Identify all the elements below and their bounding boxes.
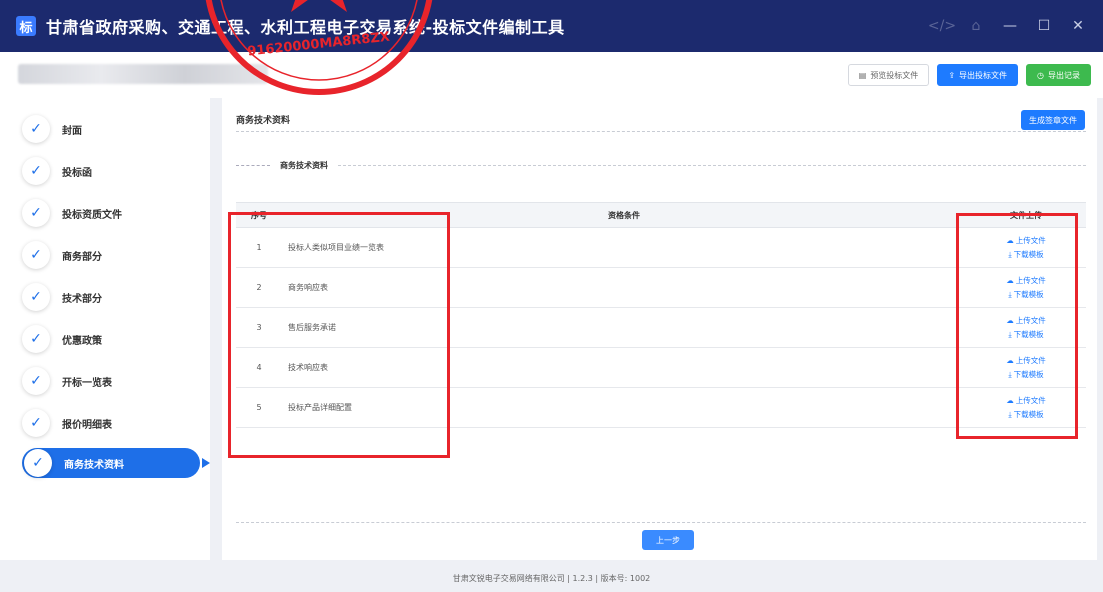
home-icon[interactable]: ⌂: [961, 11, 991, 41]
export-icon: ⇪: [948, 70, 956, 80]
sidebar: ✓ 封面 ✓ 投标函 ✓ 投标资质文件 ✓ 商务部分 ✓ 技术部分 ✓ 优惠政策…: [0, 98, 210, 560]
divider: [236, 131, 1086, 132]
sidebar-item-qualification[interactable]: ✓ 投标资质文件: [22, 198, 122, 228]
sidebar-item-preferential[interactable]: ✓ 优惠政策: [22, 324, 102, 354]
sidebar-item-label: 商务技术资料: [64, 459, 124, 471]
sidebar-item-label: 封面: [62, 125, 82, 137]
window-title: 甘肃省政府采购、交通工程、水利工程电子交易系统-投标文件编制工具: [46, 18, 565, 37]
check-icon: ✓: [22, 409, 50, 437]
sidebar-item-cover[interactable]: ✓ 封面: [22, 114, 82, 144]
check-icon: ✓: [22, 199, 50, 227]
highlight-box-actions: [956, 213, 1078, 439]
preview-bid-label: 预览投标文件: [870, 70, 919, 80]
footer: 甘肃文锐电子交易网络有限公司 | 1.2.3 | 版本号: 1002: [452, 573, 651, 583]
section-title: 商务技术资料: [236, 116, 291, 126]
code-icon[interactable]: </>: [927, 11, 957, 41]
sidebar-item-label: 优惠政策: [62, 335, 102, 347]
active-arrow-icon: [202, 458, 210, 468]
preview-bid-button[interactable]: ▤ 预览投标文件: [847, 64, 930, 86]
top-actions: ▤ 预览投标文件 ⇪ 导出投标文件 ◷ 导出记录: [847, 64, 1091, 86]
previous-step-button[interactable]: 上一步: [642, 530, 694, 550]
check-icon: ✓: [22, 241, 50, 269]
check-icon: ✓: [22, 367, 50, 395]
window-controls: </> ⌂ — ☐ ✕: [927, 0, 1093, 52]
record-icon: ◷: [1037, 70, 1044, 80]
highlight-box-names: [228, 212, 450, 458]
document-icon: ▤: [858, 70, 867, 80]
sidebar-item-price-detail[interactable]: ✓ 报价明细表: [22, 408, 112, 438]
check-icon: ✓: [22, 157, 50, 185]
sidebar-item-business-tech[interactable]: ✓ 商务技术资料: [22, 448, 210, 478]
check-icon: ✓: [22, 325, 50, 353]
sidebar-item-technical[interactable]: ✓ 技术部分: [22, 282, 102, 312]
check-icon: ✓: [22, 115, 50, 143]
sub-heading: 商务技术资料: [236, 160, 1086, 171]
divider: [236, 165, 270, 166]
export-record-label: 导出记录: [1048, 70, 1080, 80]
project-info-bar: ▤ 预览投标文件 ⇪ 导出投标文件 ◷ 导出记录: [0, 52, 1103, 98]
close-button[interactable]: ✕: [1063, 11, 1093, 41]
maximize-button[interactable]: ☐: [1029, 11, 1059, 41]
sidebar-item-label: 报价明细表: [62, 419, 112, 431]
divider: [236, 522, 1086, 523]
divider: [338, 165, 1086, 166]
sidebar-item-business[interactable]: ✓ 商务部分: [22, 240, 102, 270]
sidebar-item-label: 技术部分: [62, 293, 102, 305]
check-icon: ✓: [22, 283, 50, 311]
sidebar-item-label: 投标函: [62, 167, 92, 179]
project-info-blurred: [18, 64, 268, 84]
check-icon: ✓: [24, 449, 52, 477]
export-record-button[interactable]: ◷ 导出记录: [1026, 64, 1091, 86]
title-bar: 标 甘肃省政府采购、交通工程、水利工程电子交易系统-投标文件编制工具 </> ⌂…: [0, 0, 1103, 52]
sidebar-item-label: 开标一览表: [62, 377, 112, 389]
sidebar-item-bid-letter[interactable]: ✓ 投标函: [22, 156, 92, 186]
minimize-button[interactable]: —: [995, 11, 1025, 41]
sidebar-item-label: 商务部分: [62, 251, 102, 263]
generate-signed-file-button[interactable]: 生成签章文件: [1021, 110, 1085, 130]
app-logo-icon: 标: [16, 16, 36, 36]
export-bid-label: 导出投标文件: [959, 70, 1008, 80]
sidebar-item-label: 投标资质文件: [62, 209, 122, 221]
sub-heading-text: 商务技术资料: [280, 161, 328, 170]
export-bid-button[interactable]: ⇪ 导出投标文件: [937, 64, 1019, 86]
sidebar-item-opening-summary[interactable]: ✓ 开标一览表: [22, 366, 112, 396]
